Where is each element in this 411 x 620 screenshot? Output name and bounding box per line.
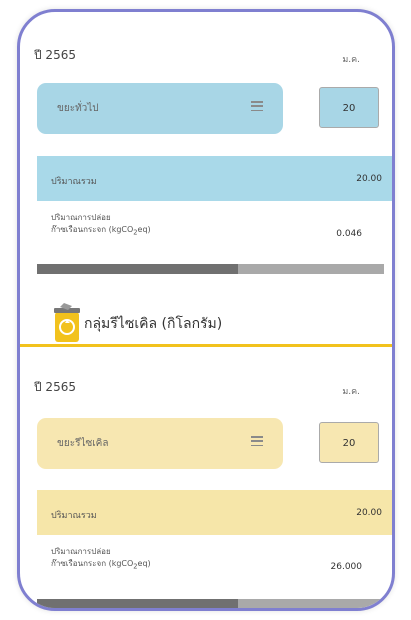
category-label: ขยะทั่วไป <box>57 103 99 114</box>
total-value: 20.00 <box>356 174 382 184</box>
year-label: ปี 2565 <box>34 380 76 394</box>
section-divider <box>20 344 392 347</box>
emission-value: 0.046 <box>336 229 362 239</box>
total-band: ปริมาณรวม 20.00 <box>37 156 392 201</box>
emission-label: ปริมาณการปล่อย ก๊าซเรือนกระจก (kgCO2eq) <box>51 547 151 571</box>
horizontal-scrollbar[interactable] <box>37 599 384 608</box>
horizontal-scrollbar[interactable] <box>37 264 384 274</box>
recycle-section-title: กลุ่มรีไซเคิล (กิโลกรัม) <box>84 316 223 332</box>
menu-icon[interactable] <box>251 436 263 446</box>
phone-frame: ปี 2565 ม.ค. ขยะทั่วไป 20 ปริมาณรวม 20.0… <box>17 9 395 611</box>
total-value: 20.00 <box>356 508 382 518</box>
scrollbar-thumb[interactable] <box>37 264 239 274</box>
quantity-input[interactable]: 20 <box>319 87 379 128</box>
month-label: ม.ค. <box>342 55 360 65</box>
emission-value: 26.000 <box>330 562 363 572</box>
menu-icon[interactable] <box>251 101 263 111</box>
recycle-waste-category[interactable]: ขยะรีไซเคิล <box>37 418 283 469</box>
recycle-bin-icon <box>54 303 80 342</box>
quantity-input[interactable]: 20 <box>319 422 379 463</box>
total-band: ปริมาณรวม 20.00 <box>37 490 392 535</box>
total-label: ปริมาณรวม <box>51 177 97 187</box>
year-label: ปี 2565 <box>34 48 76 62</box>
total-label: ปริมาณรวม <box>51 511 97 521</box>
scrollbar-thumb[interactable] <box>37 599 239 608</box>
emission-label: ปริมาณการปล่อย ก๊าซเรือนกระจก (kgCO2eq) <box>51 213 151 237</box>
month-label: ม.ค. <box>342 387 360 397</box>
category-label: ขยะรีไซเคิล <box>57 438 109 449</box>
general-waste-category[interactable]: ขยะทั่วไป <box>37 83 283 134</box>
